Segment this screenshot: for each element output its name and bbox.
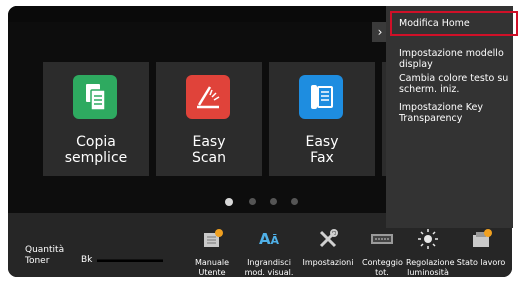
stato-lavoro-button[interactable]: Stato lavoro bbox=[454, 225, 508, 268]
tools-icon bbox=[314, 225, 342, 253]
ingrandisci-button[interactable]: AĀ Ingrandisci mod. visual. bbox=[244, 225, 294, 277]
tile-label: Copia semplice bbox=[43, 134, 149, 166]
tile-easy-fax[interactable]: Easy Fax bbox=[269, 62, 375, 176]
regolazione-button[interactable]: Regolazione luminosità bbox=[406, 225, 455, 277]
tile-label-line1: Easy bbox=[305, 134, 339, 150]
fax-icon bbox=[299, 75, 343, 119]
tile-label-line2: Fax bbox=[310, 150, 334, 166]
ingrandisci-label: Ingrandisci mod. visual. bbox=[244, 258, 294, 277]
regolazione-label: Regolazione luminosità bbox=[406, 258, 455, 277]
manual-icon bbox=[198, 225, 226, 253]
page-dot[interactable] bbox=[225, 197, 233, 206]
counter-icon bbox=[368, 225, 396, 253]
menu-item-modello-display[interactable]: Impostazione modello display bbox=[399, 48, 511, 70]
tile-label-line2: semplice bbox=[64, 150, 128, 166]
toner-level-bar bbox=[97, 259, 163, 262]
tile-label-line2: Scan bbox=[191, 150, 227, 166]
zoom-text-glyph: A bbox=[258, 230, 271, 248]
conteggio-button[interactable]: Conteggio tot. bbox=[362, 225, 403, 277]
copy-icon bbox=[73, 75, 117, 119]
menu-item-colore-testo[interactable]: Cambia colore testo su scherm. iniz. bbox=[399, 73, 511, 95]
tile-label-line1: Easy bbox=[192, 134, 226, 150]
page-dot[interactable] bbox=[270, 198, 277, 205]
settings-menu-panel: Modifica Home Impostazione modello displ… bbox=[386, 6, 513, 228]
highlight-box bbox=[390, 11, 518, 36]
zoom-text-icon: AĀ bbox=[255, 225, 283, 253]
impostazioni-button[interactable]: Impostazioni bbox=[301, 225, 355, 268]
tile-label-line1: Copia bbox=[76, 134, 116, 150]
impostazioni-label: Impostazioni bbox=[302, 258, 354, 267]
manuale-utente-label: Manuale Utente bbox=[195, 258, 229, 277]
tile-label: Easy Scan bbox=[156, 134, 262, 166]
manuale-utente-button[interactable]: Manuale Utente bbox=[192, 225, 232, 277]
tile-copia-semplice[interactable]: Copia semplice bbox=[43, 62, 149, 176]
tile-easy-scan[interactable]: Easy Scan bbox=[156, 62, 262, 176]
page-dot[interactable] bbox=[291, 198, 298, 205]
toner-label: Quantità Toner bbox=[25, 245, 65, 266]
tile-label: Easy Fax bbox=[269, 134, 375, 166]
toner-color-label: Bk bbox=[81, 255, 93, 265]
menu-item-key-transparency[interactable]: Impostazione Key Transparency bbox=[399, 102, 511, 124]
zoom-text-glyph-small: Ā bbox=[270, 234, 280, 247]
job-status-icon bbox=[467, 225, 495, 253]
stato-lavoro-label: Stato lavoro bbox=[456, 258, 506, 267]
brightness-icon bbox=[414, 225, 442, 253]
conteggio-label: Conteggio tot. bbox=[362, 258, 403, 277]
scan-icon bbox=[186, 75, 230, 119]
page-dot[interactable] bbox=[249, 198, 256, 205]
